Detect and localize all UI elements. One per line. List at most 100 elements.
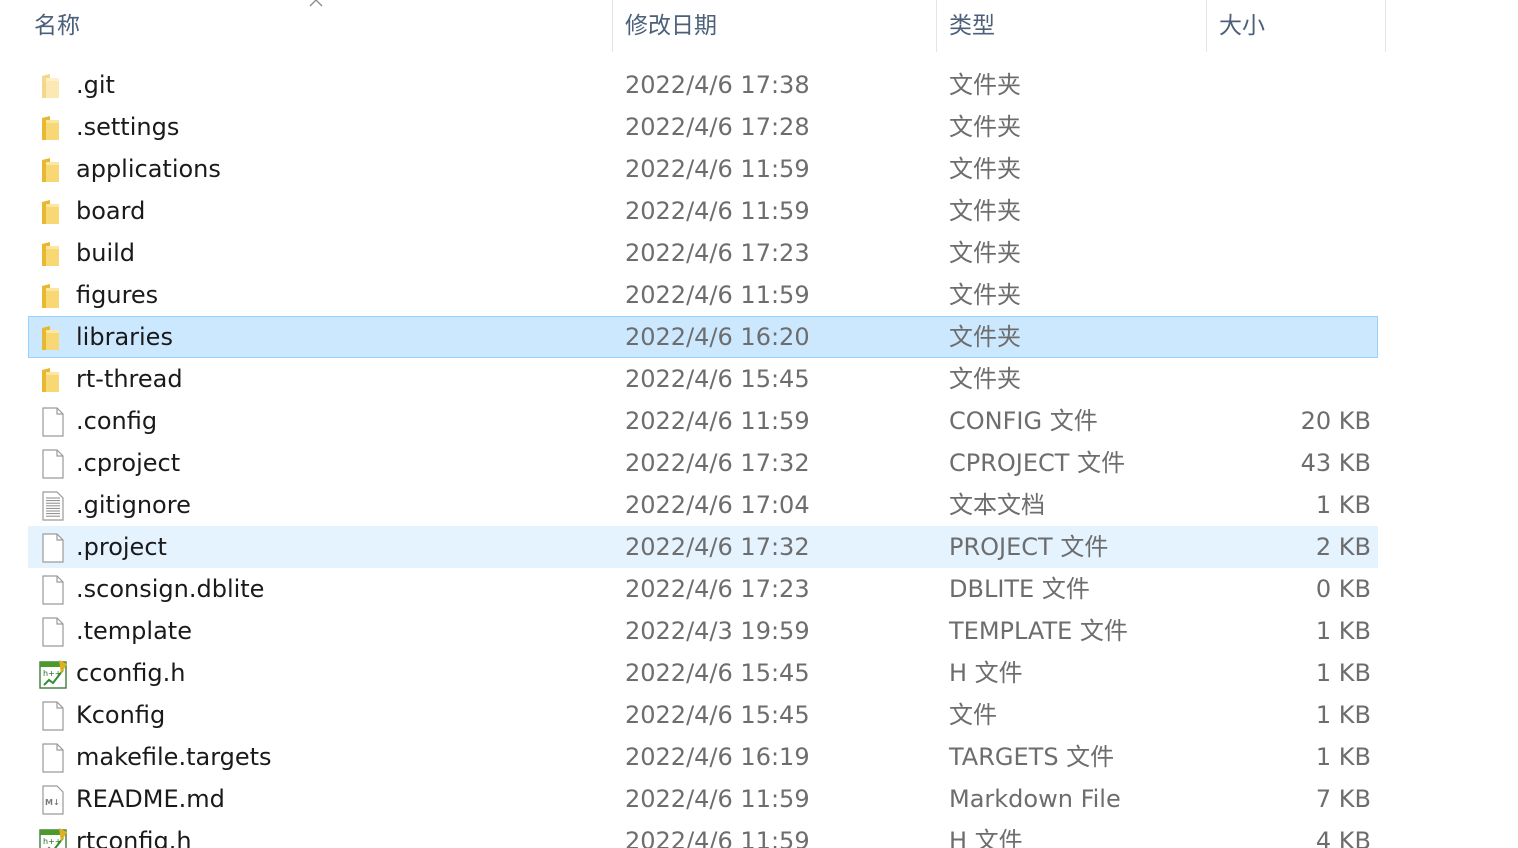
file-name: rt-thread (76, 365, 183, 393)
file-date-modified: 2022/4/6 11:59 (625, 407, 810, 435)
file-row[interactable]: .sconsign.dblite 2022/4/6 17:23 DBLITE 文件 0… (28, 568, 1378, 610)
file-row[interactable]: .cproject 2022/4/6 17:32 CPROJECT 文件 43 KB (28, 442, 1378, 484)
file-name: README.md (76, 785, 225, 813)
file-date-modified: 2022/4/6 11:59 (625, 785, 810, 813)
svg-text:M↓: M↓ (45, 798, 60, 807)
file-size: 43 KB (1300, 449, 1371, 477)
folder-icon (37, 280, 69, 312)
file-list: .git 2022/4/6 17:38 文件夹 .settings 2022/4/6 1… (0, 64, 1518, 848)
file-row[interactable]: .gitignore 2022/4/6 17:04 文本文档 1 KB (28, 484, 1378, 526)
file-date-modified: 2022/4/6 16:20 (625, 323, 810, 351)
file-size (1209, 107, 1371, 147)
file-row[interactable]: .config 2022/4/6 11:59 CONFIG 文件 20 KB (28, 400, 1378, 442)
file-size: 7 KB (1315, 785, 1371, 813)
file-date-modified: 2022/4/6 17:23 (625, 575, 810, 603)
file-type: 文件夹 (949, 71, 1021, 99)
file-icon (37, 616, 69, 648)
file-type: 文件夹 (949, 323, 1021, 351)
folder-icon (37, 112, 69, 144)
file-row[interactable]: .project 2022/4/6 17:32 PROJECT 文件 2 KB (28, 526, 1378, 568)
folder-icon (37, 154, 69, 186)
header-file-icon: h++ (37, 826, 69, 848)
file-size: 2 KB (1315, 533, 1371, 561)
file-type: 文件夹 (949, 197, 1021, 225)
column-header-type[interactable]: 类型 (936, 0, 1206, 52)
column-header-size[interactable]: 大小 (1206, 0, 1386, 52)
file-explorer: 名称 修改日期 类型 大小 .git 2022/4/6 17:38 文件夹 .sett… (0, 0, 1518, 848)
file-size (1209, 65, 1371, 105)
file-name: libraries (76, 323, 173, 351)
file-date-modified: 2022/4/6 11:59 (625, 281, 810, 309)
file-type: H 文件 (949, 827, 1023, 848)
file-name: .settings (76, 113, 180, 141)
file-name: figures (76, 281, 159, 309)
file-size: 1 KB (1315, 701, 1371, 729)
file-row[interactable]: h++ cconfig.h 2022/4/6 15:45 H 文件 1 KB (28, 652, 1378, 694)
file-date-modified: 2022/4/6 17:28 (625, 113, 810, 141)
file-type: PROJECT 文件 (949, 533, 1109, 561)
file-row[interactable]: board 2022/4/6 11:59 文件夹 (28, 190, 1378, 232)
column-header-date-modified[interactable]: 修改日期 (612, 0, 936, 52)
file-type: 文件 (949, 701, 997, 729)
file-type: TARGETS 文件 (949, 743, 1115, 771)
file-icon (37, 700, 69, 732)
file-name: board (76, 197, 146, 225)
file-type: H 文件 (949, 659, 1023, 687)
file-row[interactable]: .settings 2022/4/6 17:28 文件夹 (28, 106, 1378, 148)
file-type: CPROJECT 文件 (949, 449, 1126, 477)
folder-icon (37, 196, 69, 228)
file-date-modified: 2022/4/6 15:45 (625, 701, 810, 729)
file-row[interactable]: figures 2022/4/6 11:59 文件夹 (28, 274, 1378, 316)
file-icon (37, 742, 69, 774)
file-date-modified: 2022/4/6 17:38 (625, 71, 810, 99)
file-type: 文件夹 (949, 155, 1021, 183)
file-row[interactable]: build 2022/4/6 17:23 文件夹 (28, 232, 1378, 274)
folder-icon (37, 364, 69, 396)
file-name: .git (76, 71, 115, 99)
file-name: applications (76, 155, 221, 183)
file-row[interactable]: Kconfig 2022/4/6 15:45 文件 1 KB (28, 694, 1378, 736)
file-size: 4 KB (1315, 827, 1371, 848)
file-name: build (76, 239, 136, 267)
file-size: 1 KB (1315, 617, 1371, 645)
file-row[interactable]: M↓ README.md 2022/4/6 11:59 Markdown File 7 … (28, 778, 1378, 820)
markdown-file-icon: M↓ (37, 784, 69, 816)
folder-icon (37, 322, 69, 354)
file-type: CONFIG 文件 (949, 407, 1098, 435)
file-date-modified: 2022/4/6 16:19 (625, 743, 810, 771)
file-date-modified: 2022/4/6 17:04 (625, 491, 810, 519)
file-type: DBLITE 文件 (949, 575, 1090, 603)
file-type: 文件夹 (949, 281, 1021, 309)
file-size (1209, 359, 1371, 399)
file-date-modified: 2022/4/6 17:32 (625, 533, 810, 561)
file-row[interactable]: h++ rtconfig.h 2022/4/6 11:59 H 文件 4 KB (28, 820, 1378, 848)
text-file-icon (37, 490, 69, 522)
file-icon (37, 532, 69, 564)
file-row[interactable]: .git 2022/4/6 17:38 文件夹 (28, 64, 1378, 106)
file-size (1209, 191, 1371, 231)
file-row[interactable]: applications 2022/4/6 11:59 文件夹 (28, 148, 1378, 190)
file-size (1209, 233, 1371, 273)
file-type: 文本文档 (949, 491, 1045, 519)
file-row[interactable]: makefile.targets 2022/4/6 16:19 TARGETS 文件… (28, 736, 1378, 778)
file-row[interactable]: libraries 2022/4/6 16:20 文件夹 (28, 316, 1378, 358)
file-date-modified: 2022/4/6 11:59 (625, 197, 810, 225)
file-size: 0 KB (1315, 575, 1371, 603)
file-date-modified: 2022/4/6 15:45 (625, 659, 810, 687)
file-date-modified: 2022/4/6 11:59 (625, 155, 810, 183)
sort-ascending-icon (308, 0, 324, 8)
file-size: 1 KB (1315, 743, 1371, 771)
file-name: .gitignore (76, 491, 191, 519)
header-file-icon: h++ (37, 658, 69, 690)
file-type: TEMPLATE 文件 (949, 617, 1128, 645)
file-date-modified: 2022/4/3 19:59 (625, 617, 810, 645)
file-size (1209, 275, 1371, 315)
file-size: 1 KB (1315, 491, 1371, 519)
file-date-modified: 2022/4/6 17:23 (625, 239, 810, 267)
file-row[interactable]: rt-thread 2022/4/6 15:45 文件夹 (28, 358, 1378, 400)
file-row[interactable]: .template 2022/4/3 19:59 TEMPLATE 文件 1 KB (28, 610, 1378, 652)
file-name: Kconfig (76, 701, 166, 729)
file-name: .template (76, 617, 192, 645)
file-size: 20 KB (1300, 407, 1371, 435)
file-type: 文件夹 (949, 365, 1021, 393)
